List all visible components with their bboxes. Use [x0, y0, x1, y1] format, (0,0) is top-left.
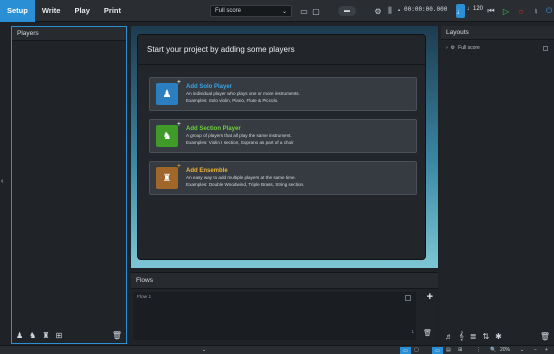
panel-toggle-button[interactable]: ▬ [338, 6, 356, 16]
tab-write[interactable]: Write [35, 0, 68, 22]
add-ensemble-card[interactable]: ♜ + Add Ensemble An easy way to add multi… [149, 161, 417, 195]
card-title: Add Solo Player [186, 84, 233, 90]
delete-icon[interactable]: 🗑 [540, 332, 550, 341]
add-flow-button[interactable]: + [427, 291, 433, 303]
flow-name: Flow 1 [137, 295, 152, 300]
ensemble-icon: ♜ + [156, 163, 181, 189]
layout-item-label: Full score [458, 45, 480, 51]
tempo-mode-button[interactable]: ♩ [456, 4, 465, 18]
zoom-out-icon[interactable]: − [534, 347, 537, 353]
chevron-down-icon[interactable]: ⌄ [520, 347, 524, 353]
galley-view-icon[interactable]: ▢ [311, 5, 321, 17]
collapse-left-panel-icon[interactable]: ‹ [1, 178, 3, 185]
add-section-player-card[interactable]: ♞ + Add Section Player A group of players… [149, 119, 417, 153]
card-examples: Examples: Solo violin, Piano, Flute & Pi… [186, 98, 279, 103]
tempo-value: 120 [473, 6, 484, 12]
flow-number: 1 [411, 329, 414, 334]
add-players-dialog: Start your project by adding some player… [137, 34, 426, 260]
players-header: Players [12, 27, 126, 41]
players-panel: Players ♟ ♞ ♜ ⊞ 🗑 [11, 26, 127, 344]
page-view-button[interactable]: ▢ [414, 347, 419, 353]
sort-icon[interactable]: ⇅ [482, 332, 489, 341]
layouts-header: Layouts [441, 26, 554, 40]
section-player-icon: ♞ + [156, 121, 181, 147]
zoom-icon: 🔍 [490, 347, 497, 353]
flows-header: Flows [131, 273, 438, 289]
zoom-in-icon[interactable]: + [545, 347, 548, 353]
timecode-display: 00:00:00.000 [404, 6, 448, 13]
galley-view-button[interactable]: ▭ [400, 347, 411, 354]
start-area: Start your project by adding some player… [131, 26, 438, 268]
card-title: Add Ensemble [186, 168, 228, 174]
score-icon: ⚙ [450, 45, 456, 51]
solo-player-icon: ♟ + [156, 79, 181, 105]
layout-checkbox[interactable] [543, 45, 548, 51]
single-page-button[interactable]: ▭ [432, 347, 443, 354]
chevron-right-icon[interactable]: › [446, 45, 448, 51]
custom-score-icon[interactable]: ≣ [470, 332, 477, 341]
play-icon[interactable]: ▷ [500, 5, 512, 17]
chevron-down-icon[interactable]: ⌄ [202, 347, 206, 353]
layouts-panel: Layouts › ⚙ Full score ♬ 𝄞 ≣ ⇅ ✱ 🗑 [441, 26, 554, 344]
card-examples: Examples: Double Woodwind, Triple Brass,… [186, 182, 305, 187]
record-icon[interactable]: ○ [515, 5, 527, 17]
zoom-fit-icon[interactable]: ⋮ [476, 347, 481, 353]
chevron-down-icon: ⌄ [281, 8, 287, 15]
delete-flow-icon[interactable]: 🗑 [423, 329, 432, 337]
card-description: An individual player who plays one or mo… [186, 91, 300, 96]
card-description: A group of players that all play the sam… [186, 133, 292, 138]
tab-print[interactable]: Print [97, 0, 128, 22]
layout-select[interactable]: Full score ⌄ [210, 5, 292, 17]
card-examples: Examples: Violin I section, Soprano as p… [186, 140, 294, 145]
rewind-icon[interactable]: ⏮ [485, 5, 497, 17]
add-section-player-icon[interactable]: ♞ [29, 331, 36, 340]
layout-item-full-score[interactable]: › ⚙ Full score [441, 43, 554, 53]
layout-select-value: Full score [215, 8, 242, 14]
metronome-icon[interactable]: ♮ [530, 5, 542, 17]
layouts-footer: ♬ 𝄞 ≣ ⇅ ✱ 🗑 [441, 328, 554, 344]
players-footer: ♟ ♞ ♜ ⊞ 🗑 [12, 327, 126, 343]
add-group-icon[interactable]: ⊞ [56, 331, 63, 340]
flow-card[interactable]: Flow 1 [133, 292, 416, 340]
tempo-display: ♩120 [467, 6, 484, 12]
tab-play[interactable]: Play [67, 0, 96, 22]
add-part-layout-icon[interactable]: 𝄞 [459, 331, 464, 341]
flow-checkbox[interactable] [405, 295, 411, 301]
status-bar: ⌄ ▭ ▢ ▭ ▤ ⊞ ⋮ 🔍 20% ⌄ − + [0, 345, 554, 354]
tab-setup[interactable]: Setup [0, 0, 35, 22]
page-view-icon[interactable]: ▭ [299, 5, 309, 17]
add-solo-player-icon[interactable]: ♟ [16, 331, 23, 340]
zoom-level[interactable]: 20% [500, 347, 510, 353]
dorico-window: Setup Write Play Print Full score ⌄ ▭ ▢ … [0, 0, 554, 354]
video-icon[interactable]: ▪ [395, 5, 403, 17]
equalizer-icon[interactable]: ⫼ [385, 5, 395, 17]
settings-icon[interactable]: ✱ [495, 332, 502, 341]
add-layout-icon[interactable]: ♬ [445, 332, 453, 341]
flows-panel: Flows Flow 1 + 1 🗑 [131, 272, 438, 344]
card-description: An easy way to add multiple players at t… [186, 175, 296, 180]
add-solo-player-card[interactable]: ♟ + Add Solo Player An individual player … [149, 77, 417, 111]
power-icon[interactable]: ⏻ [543, 5, 554, 17]
spreads-button[interactable]: ▤ [446, 347, 451, 353]
pages-button[interactable]: ⊞ [458, 347, 462, 353]
mixer-icon[interactable]: ⚙ [373, 5, 383, 17]
add-ensemble-icon[interactable]: ♜ [42, 331, 49, 340]
card-title: Add Section Player [186, 126, 241, 132]
delete-icon[interactable]: 🗑 [112, 331, 122, 340]
toolbar: Setup Write Play Print Full score ⌄ ▭ ▢ … [0, 0, 554, 22]
dialog-title: Start your project by adding some player… [138, 35, 425, 65]
